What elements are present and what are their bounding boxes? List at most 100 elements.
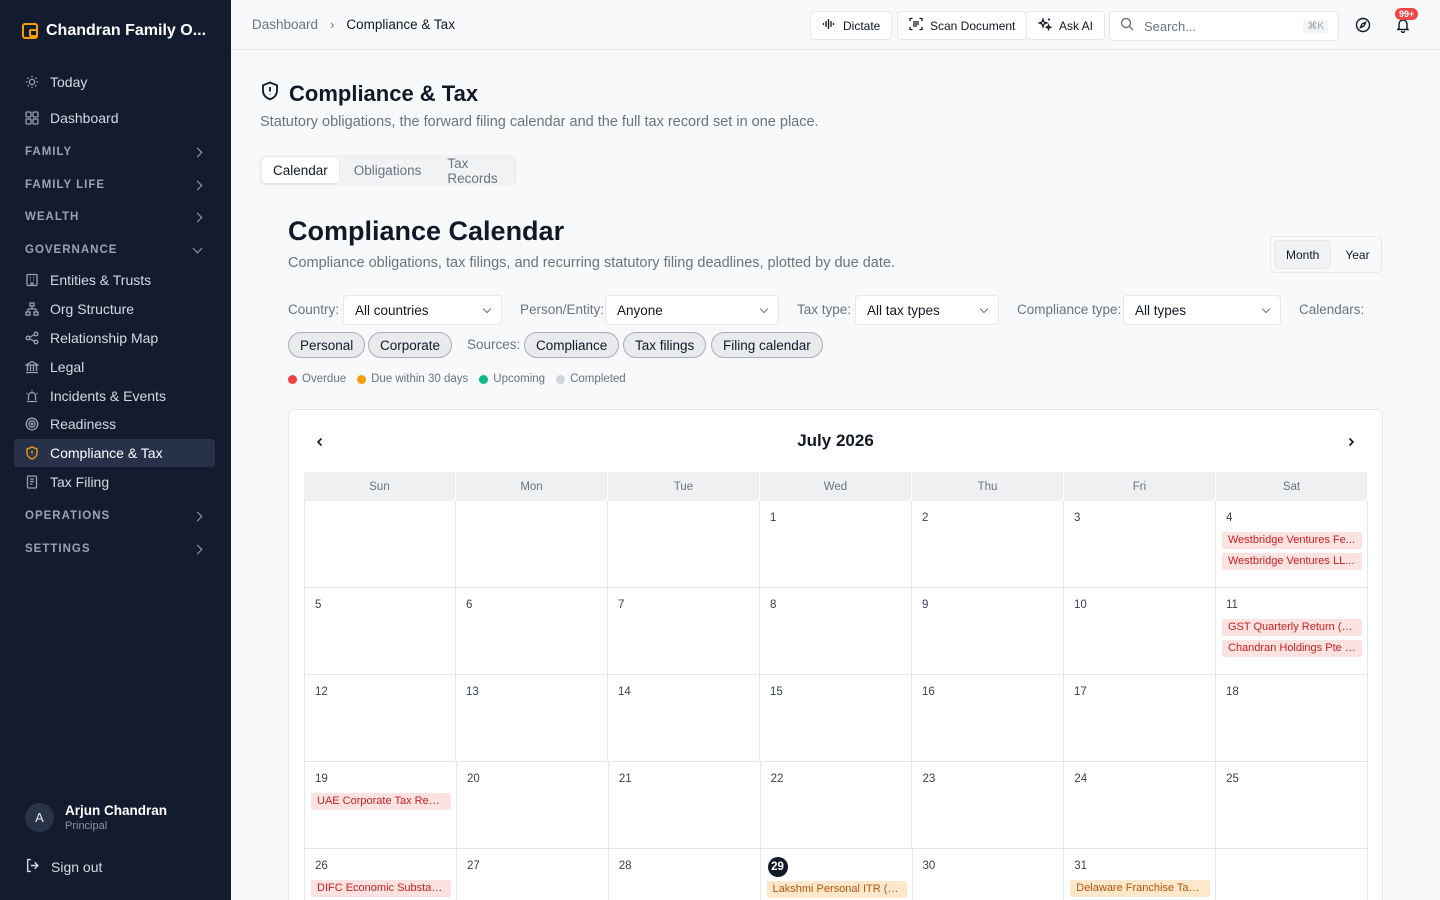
person-entity-select[interactable]: Anyone: [605, 295, 779, 325]
calendar-day-cell[interactable]: 17: [1064, 675, 1216, 761]
calendar-day-cell[interactable]: 26 DIFC Economic Substan...: [304, 849, 457, 900]
sidebar-item-entities-trusts[interactable]: Entities & Trusts: [14, 266, 215, 294]
sidebar-group-family-life[interactable]: FAMILY LIFE: [25, 175, 205, 195]
brand[interactable]: Chandran Family O...: [22, 22, 206, 40]
calendar-day-cell[interactable]: 5: [304, 588, 456, 674]
calendar-day-cell[interactable]: 9: [912, 588, 1064, 674]
group-label: FAMILY LIFE: [25, 179, 106, 191]
grid-icon: [25, 111, 39, 125]
calendar-day-cell[interactable]: 18: [1216, 675, 1368, 761]
tab-calendar[interactable]: Calendar: [262, 158, 339, 183]
ask-ai-button[interactable]: Ask AI: [1026, 11, 1106, 40]
calendar-event[interactable]: Westbridge Ventures Fe...: [1222, 532, 1362, 549]
breadcrumb-dashboard[interactable]: Dashboard: [252, 17, 318, 32]
sidebar-item-readiness[interactable]: Readiness: [14, 410, 215, 438]
calendar-event[interactable]: Delaware Franchise Tax ...: [1070, 880, 1211, 897]
calendar-day-cell[interactable]: 15: [760, 675, 912, 761]
calendar-day-cell[interactable]: 4 Westbridge Ventures Fe... Westbridge Ven…: [1216, 501, 1368, 587]
view-month-button[interactable]: Month: [1274, 240, 1332, 269]
calendar-event[interactable]: GST Quarterly Return (G...: [1222, 619, 1362, 636]
calendar-chip-personal[interactable]: Personal: [288, 332, 366, 358]
calendar-day-cell[interactable]: 13: [456, 675, 608, 761]
calendar-day-cell[interactable]: [608, 501, 760, 587]
user-profile[interactable]: A Arjun Chandran Principal: [25, 803, 167, 832]
tax-type-select[interactable]: All tax types: [855, 295, 999, 325]
sign-out-label: Sign out: [51, 859, 103, 875]
sidebar-item-tax-filing[interactable]: Tax Filing: [14, 468, 215, 496]
sidebar-item-relationship-map[interactable]: Relationship Map: [14, 324, 215, 352]
breadcrumb-current: Compliance & Tax: [346, 17, 455, 32]
sidebar-item-today[interactable]: Today: [14, 68, 215, 96]
country-select[interactable]: All countries: [343, 295, 502, 325]
calendar-day-cell[interactable]: 1: [760, 501, 912, 587]
weekday-header: Sun Mon Tue Wed Thu Fri Sat: [304, 472, 1368, 501]
calendar-event[interactable]: UAE Corporate Tax Regi...: [311, 793, 451, 810]
calendar-week: 12 13 14 15 16 17 18: [304, 675, 1368, 762]
calendar-day-cell[interactable]: 10: [1064, 588, 1216, 674]
view-year-button[interactable]: Year: [1334, 240, 1380, 269]
calendar-day-cell[interactable]: 12: [304, 675, 456, 761]
dictate-button[interactable]: Dictate: [810, 11, 893, 40]
calendar-day-cell[interactable]: 8: [760, 588, 912, 674]
calendar-day-cell[interactable]: 30: [913, 849, 1065, 900]
audio-waveform-icon: [822, 17, 836, 34]
calendar-event[interactable]: Westbridge Ventures LL...: [1222, 553, 1362, 570]
day-number: 8: [770, 599, 777, 611]
tab-obligations[interactable]: Obligations: [343, 158, 433, 183]
calendar-day-cell[interactable]: 22: [761, 762, 913, 848]
calendar-day-cell[interactable]: 7: [608, 588, 760, 674]
calendar-day-cell[interactable]: 6: [456, 588, 608, 674]
calendar-day-cell[interactable]: 3: [1064, 501, 1216, 587]
calendar-day-cell[interactable]: 31 Delaware Franchise Tax ...: [1064, 849, 1217, 900]
calendar-event[interactable]: Lakshmi Personal ITR (IT...: [766, 881, 907, 898]
calendar-day-cell[interactable]: 19 UAE Corporate Tax Regi...: [304, 762, 457, 848]
sidebar-group-family[interactable]: FAMILY: [25, 142, 205, 162]
source-chip-tax-filings[interactable]: Tax filings: [623, 332, 707, 358]
sidebar-group-wealth[interactable]: WEALTH: [25, 207, 205, 227]
calendar-day-cell[interactable]: 23: [912, 762, 1065, 848]
calendar-event[interactable]: Chandran Holdings Pte L...: [1222, 640, 1362, 657]
source-chip-filing-calendar[interactable]: Filing calendar: [711, 332, 823, 358]
group-label: GOVERNANCE: [25, 244, 118, 256]
calendar-day-cell[interactable]: [304, 501, 456, 587]
next-month-button[interactable]: [1344, 435, 1358, 449]
calendar-day-cell[interactable]: 2: [912, 501, 1064, 587]
day-number: 12: [315, 686, 328, 698]
calendar-day-cell[interactable]: 16: [912, 675, 1064, 761]
source-chip-compliance[interactable]: Compliance: [524, 332, 620, 358]
calendar-event[interactable]: DIFC Economic Substan...: [311, 880, 451, 897]
calendar-day-cell[interactable]: [456, 501, 608, 587]
weekday-tue: Tue: [608, 472, 760, 501]
compliance-type-select[interactable]: All types: [1123, 295, 1281, 325]
calendar-day-cell[interactable]: 27: [457, 849, 609, 900]
shield-icon: [260, 81, 280, 107]
calendar-day-cell[interactable]: 21: [609, 762, 761, 848]
calendar-day-cell[interactable]: 11 GST Quarterly Return (G... Chandran Hol…: [1216, 588, 1368, 674]
sidebar-item-legal[interactable]: Legal: [14, 353, 215, 381]
search-input[interactable]: Search... ⌘K: [1109, 11, 1339, 41]
tab-tax-records[interactable]: Tax Records: [436, 156, 514, 186]
calendar-chip-corporate[interactable]: Corporate: [368, 332, 453, 358]
calendars-label: Calendars:: [1299, 302, 1365, 317]
user-role: Principal: [65, 820, 108, 832]
calendar-day-cell[interactable]: 28: [609, 849, 761, 900]
calendar-day-cell[interactable]: 29 Lakshmi Personal ITR (IT...: [761, 849, 913, 900]
sidebar-group-operations[interactable]: OPERATIONS: [25, 506, 205, 526]
calendar-day-cell[interactable]: [1216, 849, 1368, 900]
sidebar-item-dashboard[interactable]: Dashboard: [14, 104, 215, 132]
view-toggle: Month Year: [1270, 236, 1382, 273]
sidebar-group-governance[interactable]: GOVERNANCE: [25, 240, 205, 260]
sidebar-group-settings[interactable]: SETTINGS: [25, 539, 205, 559]
sidebar-item-compliance-tax[interactable]: Compliance & Tax: [14, 439, 215, 467]
legend-dot: [357, 374, 367, 384]
scan-document-button[interactable]: Scan Document: [897, 11, 1028, 40]
calendar-day-cell[interactable]: 20: [457, 762, 609, 848]
calendar-day-cell[interactable]: 24: [1064, 762, 1217, 848]
country-label: Country:: [288, 302, 340, 317]
calendar-day-cell[interactable]: 25: [1216, 762, 1368, 848]
sidebar-item-incidents-events[interactable]: Incidents & Events: [14, 382, 215, 410]
compass-icon[interactable]: [1354, 16, 1372, 34]
sidebar-item-org-structure[interactable]: Org Structure: [14, 295, 215, 323]
calendar-day-cell[interactable]: 14: [608, 675, 760, 761]
sign-out-button[interactable]: Sign out: [25, 858, 102, 876]
